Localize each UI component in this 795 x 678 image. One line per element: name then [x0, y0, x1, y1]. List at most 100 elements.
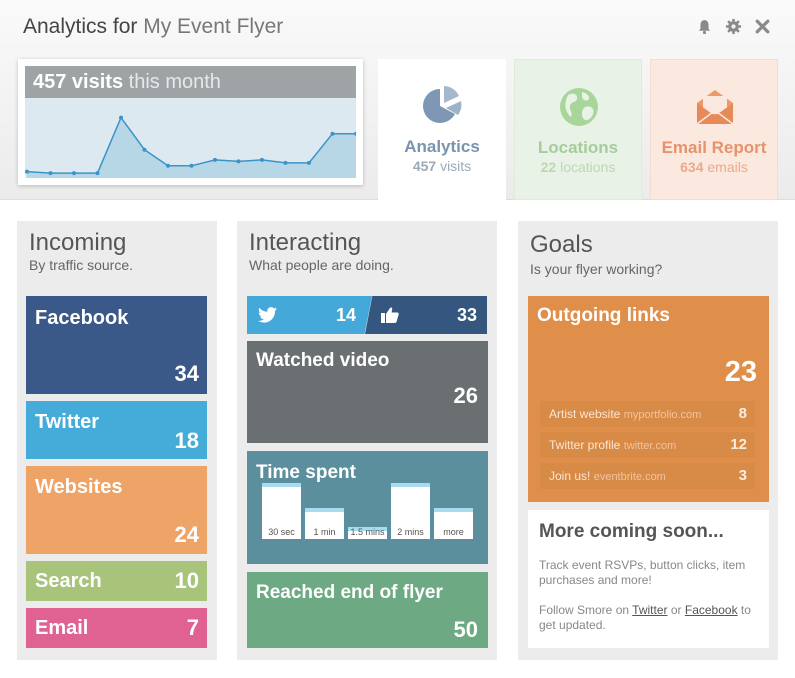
- outgoing-link-row[interactable]: Join us! eventbrite.com 3: [540, 463, 755, 489]
- time-bucket-label: 1 min: [313, 527, 336, 537]
- pie-chart-icon: [423, 86, 462, 123]
- source-websites-label: Websites: [35, 476, 123, 498]
- tab-locations-sub: 22 locations: [515, 159, 641, 175]
- outgoing-link-title: Artist website: [549, 407, 621, 421]
- reached-end-value: 50: [453, 617, 478, 642]
- outgoing-link-count: 12: [730, 436, 747, 453]
- close-icon[interactable]: [754, 18, 771, 35]
- time-spent-chart: 30 sec 1 min 1.5 mins 2 mins more: [262, 483, 474, 551]
- watched-video-label: Watched video: [256, 350, 390, 371]
- interacting-panel: Interacting What people are doing. 14 33…: [237, 221, 497, 660]
- visits-count: 457 visits: [33, 71, 124, 93]
- source-search-value: 10: [174, 568, 199, 593]
- time-bucket-2mins: 2 mins: [391, 483, 430, 539]
- source-twitter[interactable]: Twitter 18: [26, 401, 207, 459]
- visits-point: [330, 131, 335, 136]
- source-search[interactable]: Search 10: [26, 561, 207, 601]
- visits-point: [72, 171, 76, 176]
- title-event-name: My Event Flyer: [143, 15, 284, 38]
- twitter-shares-tile[interactable]: 14: [247, 296, 372, 334]
- tab-locations-label: Locations: [537, 138, 619, 157]
- twitter-bird-icon: [258, 307, 277, 323]
- thumbs-up-icon: [381, 307, 399, 323]
- goals-panel: Goals Is your flyer working? Outgoing li…: [518, 221, 778, 660]
- source-email-value: 7: [186, 615, 199, 640]
- source-websites-value: 24: [174, 522, 199, 547]
- tab-locations-unit: locations: [560, 159, 616, 175]
- visits-point: [189, 163, 194, 168]
- follow-or: or: [670, 603, 682, 617]
- outgoing-link-count: 3: [738, 467, 747, 484]
- tab-email-report[interactable]: Email Report 634 emails: [650, 59, 778, 200]
- source-twitter-value: 18: [174, 428, 199, 453]
- goals-title: Goals: [530, 231, 593, 258]
- reached-end-label: Reached end of flyer: [256, 582, 443, 603]
- visits-period: this month: [128, 71, 221, 93]
- time-spent-tile[interactable]: Time spent 30 sec 1 min 1.5 mins 2 mins …: [247, 451, 488, 564]
- visits-point: [25, 169, 29, 174]
- visits-point: [142, 147, 147, 152]
- source-websites[interactable]: Websites 24: [26, 466, 207, 554]
- incoming-subtitle: By traffic source.: [29, 257, 134, 273]
- outgoing-link-row[interactable]: Artist website myportfolio.com 8: [540, 401, 755, 427]
- tab-analytics[interactable]: Analytics 457 visits: [378, 59, 506, 201]
- outgoing-link-title: Twitter profile: [549, 438, 621, 452]
- time-bucket-label: 1.5 mins: [350, 527, 385, 537]
- source-facebook-value: 34: [174, 361, 199, 386]
- outgoing-link-label: Twitter profile twitter.com: [549, 438, 676, 452]
- source-facebook[interactable]: Facebook 34: [26, 296, 207, 394]
- visits-point: [95, 171, 100, 176]
- outgoing-links-total: 23: [724, 356, 757, 388]
- visits-sparkline-chart: [25, 98, 356, 178]
- time-bucket-label: more: [443, 527, 464, 537]
- outgoing-link-title: Join us!: [549, 469, 591, 483]
- source-twitter-label: Twitter: [35, 411, 100, 433]
- incoming-title: Incoming: [29, 229, 127, 256]
- visits-point: [283, 160, 288, 165]
- page-title: Analytics for My Event Flyer: [23, 15, 283, 39]
- source-facebook-label: Facebook: [35, 307, 129, 329]
- time-bucket-1-5mins: 1.5 mins: [348, 527, 387, 539]
- incoming-panel: Incoming By traffic source. Facebook 34 …: [17, 221, 217, 660]
- tab-email-label: Email Report: [661, 138, 767, 157]
- bell-icon[interactable]: [696, 18, 713, 35]
- outgoing-link-count: 8: [738, 405, 747, 422]
- coming-soon-title: More coming soon...: [539, 521, 724, 542]
- header-bar: Analytics for My Event Flyer 457 visits …: [0, 0, 795, 201]
- facebook-link[interactable]: Facebook: [685, 603, 738, 617]
- follow-text: Follow Smore on Twitter or Facebook to g…: [539, 603, 764, 633]
- visits-point: [213, 157, 217, 162]
- time-spent-label: Time spent: [256, 462, 356, 483]
- source-email[interactable]: Email 7: [26, 608, 207, 648]
- visits-point: [166, 163, 170, 168]
- time-bucket-more: more: [434, 508, 473, 539]
- source-search-label: Search: [35, 570, 102, 592]
- outgoing-link-domain: eventbrite.com: [593, 471, 666, 483]
- coming-soon-text: Track event RSVPs, button clicks, item p…: [539, 558, 746, 587]
- interacting-title: Interacting: [249, 229, 362, 256]
- envelope-icon: [696, 90, 734, 125]
- tab-analytics-label: Analytics: [404, 137, 480, 156]
- outgoing-link-label: Artist website myportfolio.com: [549, 407, 701, 421]
- visits-summary-card: 457 visits this month: [18, 59, 363, 185]
- visits-point: [236, 159, 241, 164]
- facebook-likes-tile[interactable]: 33: [365, 296, 487, 334]
- reached-end-tile[interactable]: Reached end of flyer 50: [247, 572, 488, 648]
- tab-locations[interactable]: Locations 22 locations: [514, 59, 642, 200]
- time-bucket-30sec: 30 sec: [262, 483, 301, 539]
- outgoing-link-label: Join us! eventbrite.com: [549, 469, 666, 483]
- title-prefix: Analytics for: [23, 15, 138, 38]
- visits-point: [48, 171, 53, 176]
- gear-icon[interactable]: [725, 18, 742, 35]
- outgoing-link-row[interactable]: Twitter profile twitter.com 12: [540, 432, 755, 458]
- time-bucket-1min: 1 min: [305, 508, 344, 539]
- time-bucket-label: 2 mins: [397, 527, 424, 537]
- follow-prefix: Follow Smore on: [539, 603, 630, 617]
- tab-email-count: 634: [680, 159, 704, 175]
- source-email-label: Email: [35, 617, 89, 639]
- twitter-link[interactable]: Twitter: [632, 603, 667, 617]
- outgoing-links-label: Outgoing links: [537, 305, 670, 326]
- twitter-shares-count: 14: [335, 305, 356, 325]
- watched-video-value: 26: [453, 383, 478, 408]
- watched-video-tile[interactable]: Watched video 26: [247, 341, 488, 443]
